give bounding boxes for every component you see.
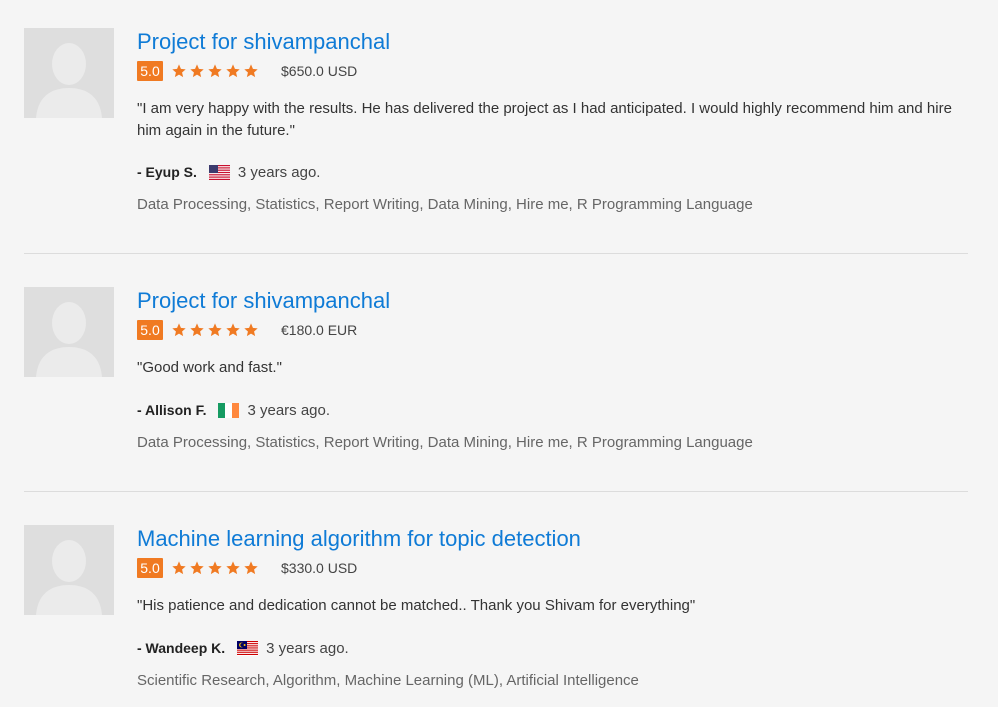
review-quote: "Good work and fast." [137,359,282,376]
review-item: Project for shivampanchal 5.0 €180.0 EUR… [0,287,998,477]
ireland-flag-icon [218,402,240,418]
project-amount: $650.0 USD [281,63,358,79]
user-silhouette-icon [24,525,114,615]
project-title-link[interactable]: Machine learning algorithm for topic det… [137,525,581,553]
user-silhouette-icon [24,287,114,377]
avatar [24,28,114,118]
star-icon [172,561,186,575]
project-amount: $330.0 USD [281,560,358,576]
project-amount: €180.0 EUR [281,322,358,338]
us-flag-icon [208,164,230,180]
avatar [24,525,114,615]
star-icon [226,64,240,78]
star-rating [171,560,261,576]
star-rating [171,322,261,338]
project-skills: Data Processing, Statistics, Report Writ… [137,196,753,213]
star-icon [190,323,204,337]
review-quote: "I am very happy with the results. He ha… [137,100,952,139]
rating-badge: 5.0 [137,61,163,81]
star-icon [244,561,258,575]
star-icon [190,561,204,575]
review-item: Machine learning algorithm for topic det… [0,525,998,707]
star-icon [172,64,186,78]
project-title-link[interactable]: Project for shivampanchal [137,28,390,56]
star-icon [244,323,258,337]
review-date: 3 years ago. [266,639,349,657]
malaysia-flag-icon [237,640,259,656]
project-skills: Scientific Research, Algorithm, Machine … [137,672,639,689]
reviewer-name: - Allison F. [137,402,207,418]
project-skills: Data Processing, Statistics, Report Writ… [137,434,753,451]
review-byline: - Wandeep K. 3 years ago. [137,638,349,658]
review-date: 3 years ago. [237,163,321,181]
reviewer-name: - Eyup S. [137,164,197,180]
star-icon [190,64,204,78]
star-icon [208,323,222,337]
star-icon [226,323,240,337]
star-icon [244,64,258,78]
star-icon [208,64,222,78]
star-icon [226,561,240,575]
divider [24,491,968,492]
star-icon [172,323,186,337]
user-silhouette-icon [24,28,114,118]
project-title-link[interactable]: Project for shivampanchal [137,287,390,315]
rating-row: 5.0 €180.0 EUR [137,320,357,340]
reviews-list: Project for shivampanchal 5.0 $650.0 USD… [0,0,998,707]
rating-badge: 5.0 [137,558,163,578]
review-date: 3 years ago. [247,401,331,419]
rating-row: 5.0 $330.0 USD [137,558,357,578]
review-quote: "His patience and dedication cannot be m… [137,597,696,614]
reviewer-name: - Wandeep K. [137,640,226,656]
divider [24,253,968,254]
review-byline: - Allison F. 3 years ago. [137,400,330,420]
rating-row: 5.0 $650.0 USD [137,61,357,81]
rating-badge: 5.0 [137,320,163,340]
review-byline: - Eyup S. 3 years ago. [137,162,320,182]
star-icon [208,561,222,575]
avatar [24,287,114,377]
review-item: Project for shivampanchal 5.0 $650.0 USD… [0,28,998,238]
star-rating [171,63,261,79]
